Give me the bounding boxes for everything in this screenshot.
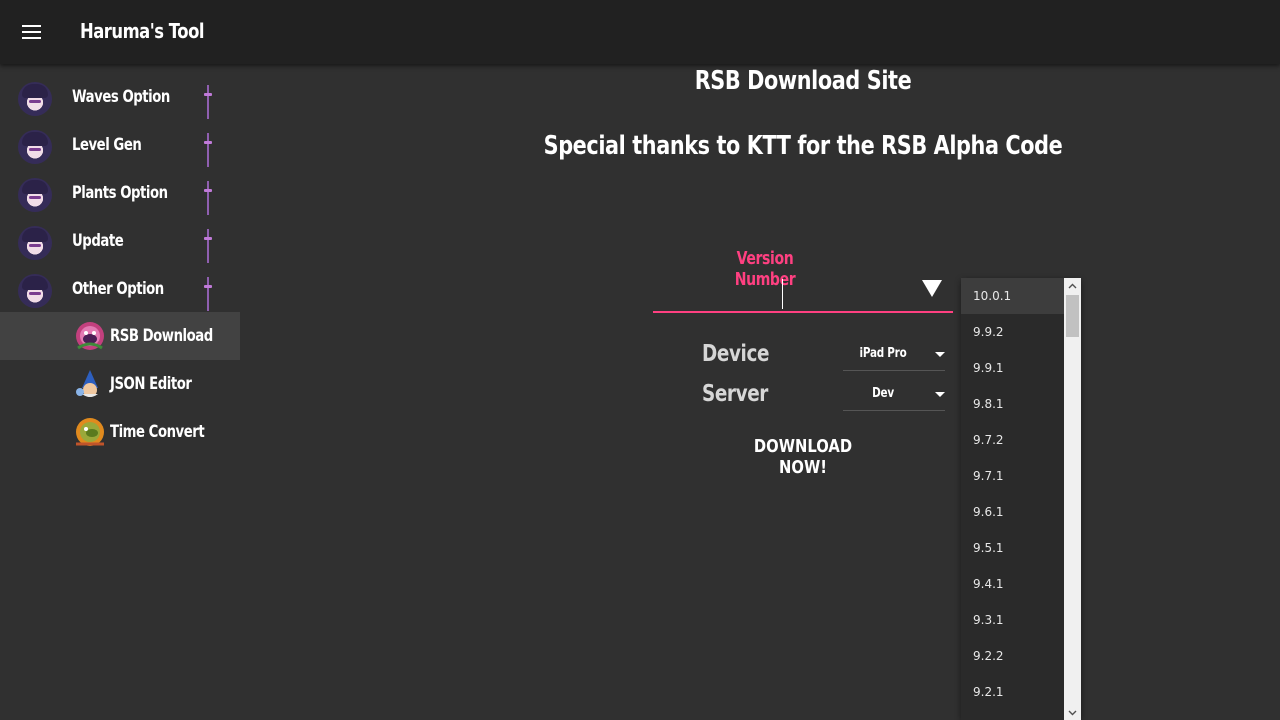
- sidebar-subitem-label: Time Convert: [110, 422, 205, 442]
- version-option[interactable]: 9.9.1: [961, 350, 1064, 386]
- device-label: Device: [702, 341, 770, 367]
- version-option[interactable]: 9.4.1: [961, 566, 1064, 602]
- sidebar-item-label: Update: [72, 231, 124, 251]
- version-option[interactable]: 9.7.2: [961, 422, 1064, 458]
- plant-monster-icon: [76, 322, 104, 350]
- download-now-button[interactable]: DOWNLOAD NOW!: [729, 436, 877, 478]
- character-avatar-icon: [18, 178, 52, 212]
- version-option[interactable]: 9.9.2: [961, 314, 1064, 350]
- version-option[interactable]: 9.7.1: [961, 458, 1064, 494]
- sidebar-item-label: Other Option: [72, 279, 164, 299]
- version-number-input[interactable]: [653, 276, 953, 313]
- sun-plant-icon: [76, 418, 104, 446]
- sidebar-subitem-json-editor[interactable]: JSON Editor: [0, 360, 240, 408]
- chevron-down-icon: [935, 392, 945, 397]
- sidebar-item-update[interactable]: Update: [0, 217, 240, 265]
- wizard-gnome-icon: [76, 370, 98, 397]
- version-option[interactable]: 10.0.1: [961, 278, 1064, 314]
- character-avatar-icon: [18, 130, 52, 164]
- sword-icon: [204, 133, 212, 167]
- sidebar-item-label: Waves Option: [72, 87, 170, 107]
- sword-icon: [204, 229, 212, 263]
- chevron-down-icon: [935, 352, 945, 357]
- sidebar-item-plants-option[interactable]: Plants Option: [0, 169, 240, 217]
- sword-icon: [204, 85, 212, 119]
- triangle-down-icon[interactable]: [922, 280, 942, 297]
- page-subtitle: Special thanks to KTT for the RSB Alpha …: [543, 131, 1063, 161]
- version-option[interactable]: 9.6.1: [961, 494, 1064, 530]
- sidebar-subitem-label: JSON Editor: [110, 374, 192, 394]
- scrollbar[interactable]: [1064, 278, 1081, 720]
- character-avatar-icon: [18, 82, 52, 116]
- scroll-up-arrow-icon[interactable]: [1068, 282, 1077, 291]
- scrollbar-thumb[interactable]: [1066, 295, 1079, 337]
- sword-icon: [204, 277, 212, 311]
- version-dropdown-list[interactable]: 10.0.1 9.9.2 9.9.1 9.8.1 9.7.2 9.7.1 9.6…: [961, 278, 1081, 720]
- sword-icon: [204, 181, 212, 215]
- version-option[interactable]: 9.3.1: [961, 602, 1064, 638]
- server-select[interactable]: Dev: [843, 378, 945, 411]
- version-option[interactable]: 9.8.1: [961, 386, 1064, 422]
- character-avatar-icon: [18, 274, 52, 308]
- version-option[interactable]: 9.5.1: [961, 530, 1064, 566]
- app-bar: Haruma's Tool: [0, 0, 1280, 64]
- device-select-value: iPad Pro: [859, 346, 907, 361]
- text-caret: [782, 279, 783, 309]
- app-title: Haruma's Tool: [80, 19, 204, 43]
- sidebar-subitem-rsb-download[interactable]: RSB Download: [0, 312, 240, 360]
- server-label: Server: [702, 381, 768, 407]
- sidebar-item-level-gen[interactable]: Level Gen: [0, 121, 240, 169]
- character-avatar-icon: [18, 226, 52, 260]
- page-title: RSB Download Site: [694, 66, 912, 96]
- version-option[interactable]: 9.2.2: [961, 638, 1064, 674]
- sidebar-item-label: Level Gen: [72, 135, 142, 155]
- sidebar-item-waves-option[interactable]: Waves Option: [0, 73, 240, 121]
- version-option[interactable]: 9.2.1: [961, 674, 1064, 710]
- server-select-value: Dev: [872, 386, 894, 401]
- scroll-down-arrow-icon[interactable]: [1068, 708, 1077, 717]
- sidebar-subitem-time-convert[interactable]: Time Convert: [0, 408, 240, 456]
- sidebar: Waves Option Level Gen Plants Option Upd…: [0, 64, 240, 720]
- sidebar-item-other-option[interactable]: Other Option: [0, 265, 240, 313]
- device-select[interactable]: iPad Pro: [843, 338, 945, 371]
- sidebar-subitem-label: RSB Download: [110, 326, 213, 346]
- hamburger-menu-icon[interactable]: [22, 24, 42, 40]
- sidebar-item-label: Plants Option: [72, 183, 168, 203]
